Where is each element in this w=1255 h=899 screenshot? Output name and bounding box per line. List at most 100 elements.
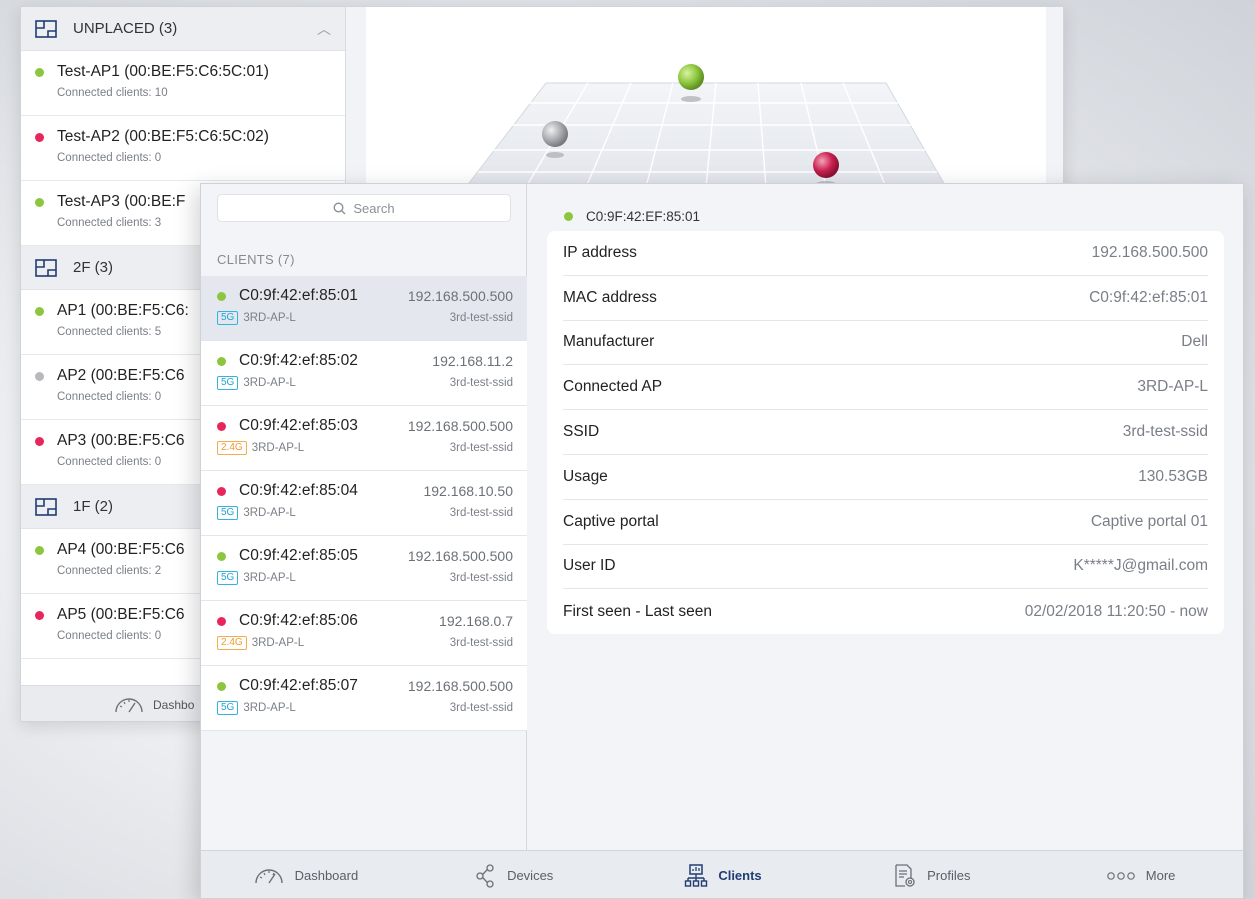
- detail-row-ip: IP address 192.168.500.500: [563, 231, 1208, 276]
- client-ip: 192.168.500.500: [407, 548, 513, 564]
- ap-name: AP2 (00:BE:F5:C6: [57, 367, 185, 384]
- ap-name: AP5 (00:BE:F5:C6: [57, 606, 185, 623]
- status-dot-icon: [564, 212, 573, 221]
- client-ap: 3RD-AP-L: [243, 377, 296, 389]
- status-dot-icon: [35, 545, 44, 555]
- detail-row-ssid: SSID 3rd-test-ssid: [563, 410, 1208, 455]
- clients-list: C0:9f:42:ef:85:01 192.168.500.500 5G 3RD-A…: [201, 276, 527, 731]
- dashboard-gauge-icon: [115, 697, 143, 712]
- detail-value: Captive portal 01: [1090, 512, 1208, 530]
- floor-plan-icon: [35, 497, 57, 516]
- band-badge: 5G: [217, 701, 239, 715]
- status-dot-icon: [217, 356, 226, 366]
- ap-marker-green[interactable]: [678, 64, 704, 90]
- detail-value: 3RD-AP-L: [1137, 378, 1208, 396]
- ap-marker-gray[interactable]: [542, 121, 568, 147]
- client-list-item[interactable]: C0:9f:42:ef:85:06 192.168.0.7 2.4G 3RD-AP-…: [201, 601, 527, 666]
- band-badge: 5G: [217, 376, 239, 390]
- tab-clients[interactable]: Clients: [619, 863, 828, 888]
- client-mac: C0:9f:42:ef:85:07: [239, 677, 358, 694]
- client-list-item[interactable]: C0:9f:42:ef:85:05 192.168.500.500 5G 3RD-A…: [201, 536, 527, 601]
- client-ssid: 3rd-test-ssid: [449, 377, 513, 389]
- client-ssid: 3rd-test-ssid: [449, 312, 513, 324]
- tab-label: Devices: [507, 868, 554, 883]
- detail-row-usage: Usage 130.53GB: [563, 455, 1208, 500]
- clients-network-icon: [685, 863, 708, 887]
- client-mac: C0:9f:42:ef:85:02: [239, 352, 358, 369]
- detail-label: User ID: [563, 557, 616, 575]
- floor-plan-icon: [35, 19, 57, 38]
- client-list-item[interactable]: C0:9f:42:ef:85:03 192.168.500.500 2.4G 3RD…: [201, 406, 527, 471]
- more-dots-icon: [1106, 871, 1135, 880]
- band-badge: 2.4G: [217, 636, 247, 650]
- detail-label: MAC address: [563, 288, 657, 306]
- detail-row-mac: MAC address C0:9f:42:ef:85:01: [563, 276, 1208, 321]
- client-detail-pane: C0:9F:42:EF:85:01 IP address 192.168.500.…: [527, 184, 1243, 850]
- client-mac: C0:9f:42:ef:85:01: [239, 287, 358, 304]
- client-ap: 3RD-AP-L: [251, 442, 305, 454]
- detail-title: C0:9F:42:EF:85:01: [586, 209, 701, 224]
- tab-profiles[interactable]: Profiles: [827, 863, 1036, 888]
- group-header-unplaced[interactable]: UNPLACED (3) ︿: [21, 7, 345, 51]
- client-ssid: 3rd-test-ssid: [449, 572, 513, 584]
- client-ap: 3RD-AP-L: [251, 637, 305, 649]
- status-dot-icon: [35, 436, 44, 446]
- client-list-item[interactable]: C0:9f:42:ef:85:01 192.168.500.500 5G 3RD-A…: [201, 276, 527, 341]
- detail-value: K*****J@gmail.com: [1073, 557, 1208, 575]
- ap-name: Test-AP1 (00:BE:F5:C6:5C:01): [57, 63, 269, 80]
- floor-plan-icon: [35, 258, 57, 277]
- client-list-item[interactable]: C0:9f:42:ef:85:07 192.168.500.500 5G 3RD-A…: [201, 666, 527, 731]
- tab-label: Profiles: [927, 868, 971, 883]
- client-list-item[interactable]: C0:9f:42:ef:85:04 192.168.10.50 5G 3RD-AP-…: [201, 471, 527, 536]
- status-dot-icon: [35, 306, 44, 316]
- search-placeholder: Search: [353, 200, 395, 216]
- detail-value: 192.168.500.500: [1091, 243, 1208, 261]
- tab-label: Dashboard: [294, 868, 359, 883]
- detail-header: C0:9F:42:EF:85:01: [564, 209, 700, 224]
- client-list-item[interactable]: C0:9f:42:ef:85:02 192.168.11.2 5G 3RD-AP-L…: [201, 341, 527, 406]
- detail-row-captive-portal: Captive portal Captive portal 01: [563, 500, 1208, 545]
- ap-name: Test-AP2 (00:BE:F5:C6:5C:02): [57, 128, 269, 145]
- status-dot-icon: [35, 197, 44, 207]
- detail-label: SSID: [563, 423, 600, 441]
- status-dot-icon: [217, 291, 226, 301]
- status-dot-icon: [217, 616, 226, 626]
- group-title: 2F (3): [73, 259, 114, 276]
- band-badge: 5G: [217, 571, 239, 585]
- ap-name: AP4 (00:BE:F5:C6: [57, 541, 185, 558]
- status-dot-icon: [217, 551, 226, 561]
- ap-clients-count: Connected clients: 0: [57, 152, 162, 164]
- ap-name: AP3 (00:BE:F5:C6: [57, 432, 185, 449]
- detail-row-manufacturer: Manufacturer Dell: [563, 321, 1208, 366]
- detail-label: Manufacturer: [563, 333, 655, 351]
- search-icon: [333, 201, 346, 214]
- client-ip: 192.168.500.500: [407, 418, 513, 434]
- status-dot-icon: [217, 486, 226, 496]
- tab-devices[interactable]: Devices: [410, 863, 619, 888]
- chevron-up-icon[interactable]: ︿: [317, 19, 331, 39]
- dashboard-gauge-icon: [254, 868, 283, 883]
- client-ap: 3RD-AP-L: [243, 312, 296, 324]
- ap-list-item[interactable]: Test-AP1 (00:BE:F5:C6:5C:01) Connected c…: [21, 51, 345, 116]
- tab-label: Clients: [718, 868, 762, 883]
- detail-label: Usage: [563, 467, 608, 485]
- client-ip: 192.168.0.7: [439, 613, 513, 629]
- detail-label: Captive portal: [563, 512, 659, 530]
- client-mac: C0:9f:42:ef:85:06: [239, 612, 358, 629]
- band-badge: 2.4G: [217, 441, 247, 455]
- tab-more[interactable]: More: [1036, 868, 1243, 883]
- detail-label: Connected AP: [563, 378, 663, 396]
- search-input[interactable]: Search: [217, 194, 511, 222]
- ap-name: AP1 (00:BE:F5:C6:: [57, 302, 189, 319]
- floor-plan-view[interactable]: [366, 7, 1046, 188]
- ap-list-item[interactable]: Test-AP2 (00:BE:F5:C6:5C:02) Connected c…: [21, 116, 345, 181]
- devices-share-icon: [476, 863, 494, 888]
- client-ip: 192.168.10.50: [423, 483, 513, 499]
- detail-row-first-last-seen: First seen - Last seen 02/02/2018 11:20:5…: [563, 589, 1208, 634]
- client-ssid: 3rd-test-ssid: [449, 702, 513, 714]
- client-ssid: 3rd-test-ssid: [449, 507, 513, 519]
- status-dot-icon: [35, 132, 44, 142]
- status-dot-icon: [217, 681, 226, 691]
- ap-marker-red[interactable]: [813, 152, 839, 178]
- tab-dashboard[interactable]: Dashboard: [201, 868, 410, 884]
